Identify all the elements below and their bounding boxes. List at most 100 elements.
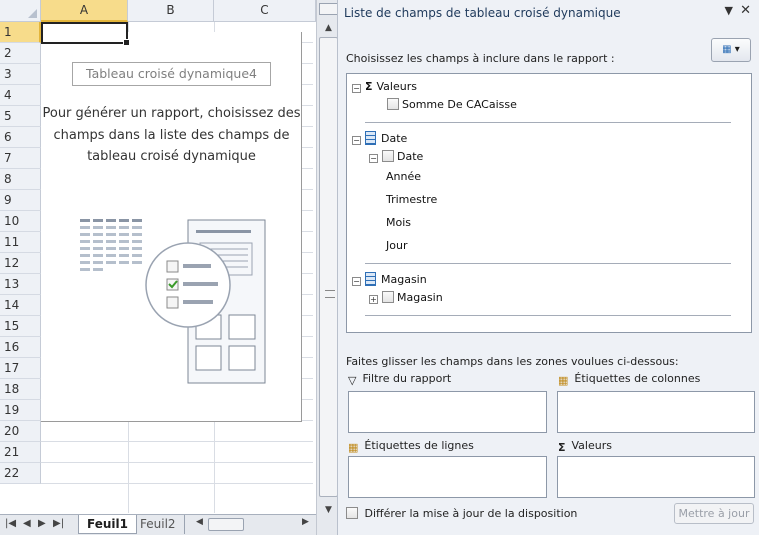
pivot-field-list-pane: Liste de champs de tableau croisé dynami… — [337, 0, 759, 535]
row-labels-text: Étiquettes de lignes — [364, 439, 474, 452]
row-header[interactable]: 14 — [0, 295, 41, 316]
row-labels-zone[interactable] — [348, 456, 547, 498]
hscroll-thumb[interactable] — [208, 518, 244, 531]
row-header[interactable]: 7 — [0, 148, 41, 169]
row-header[interactable]: 6 — [0, 127, 41, 148]
gridline — [41, 462, 313, 463]
expand-icon[interactable]: + — [369, 295, 378, 304]
column-labels-zone[interactable] — [557, 391, 755, 433]
field-trimestre[interactable]: Trimestre — [386, 191, 437, 209]
choose-fields-label: Choisissez les champs à inclure dans le … — [346, 52, 615, 65]
first-sheet-icon[interactable]: |◀ — [5, 518, 16, 529]
magasin-table-label: Magasin — [381, 273, 427, 286]
defer-update-row[interactable]: Différer la mise à jour de la dispositio… — [346, 507, 577, 520]
update-button[interactable]: Mettre à jour — [674, 503, 754, 524]
column-header-c[interactable]: C — [214, 0, 316, 22]
last-sheet-icon[interactable]: ▶| — [53, 518, 64, 529]
gridline — [41, 483, 313, 484]
scroll-right-icon[interactable]: ▶ — [302, 517, 309, 527]
row-header[interactable]: 12 — [0, 253, 41, 274]
row-header[interactable]: 13 — [0, 274, 41, 295]
date-checkbox[interactable] — [382, 150, 394, 162]
pane-title: Liste de champs de tableau croisé dynami… — [344, 6, 621, 20]
column-labels-icon: ▦ — [558, 374, 569, 387]
horizontal-scrollbar[interactable]: ◀ ▶ — [196, 517, 316, 532]
date-table-row[interactable]: − Date — [352, 130, 407, 148]
field-somme-cacaisse[interactable]: Somme De CACaisse — [387, 96, 517, 114]
select-all-corner[interactable] — [0, 0, 41, 22]
row-header[interactable]: 9 — [0, 190, 41, 211]
sheet-tab-bar: |◀ ◀ ▶ ▶| Feuil1 Feuil2 ◀ ▶ — [0, 514, 316, 535]
date-field-label: Date — [397, 150, 424, 163]
row-header[interactable]: 20 — [0, 421, 41, 442]
row-header[interactable]: 3 — [0, 64, 41, 85]
field-magasin[interactable]: + Magasin — [369, 289, 443, 307]
row-labels-label: ▦ Étiquettes de lignes — [348, 439, 474, 454]
report-filter-zone[interactable] — [348, 391, 547, 433]
split-box[interactable] — [319, 3, 338, 15]
close-icon[interactable]: ✕ — [740, 3, 751, 18]
sheet-tab-feuil2[interactable]: Feuil2 — [132, 515, 185, 534]
row-header[interactable]: 4 — [0, 85, 41, 106]
collapse-icon[interactable]: − — [352, 277, 361, 286]
report-filter-text: Filtre du rapport — [362, 372, 452, 385]
collapse-icon[interactable]: − — [352, 136, 361, 145]
row-header[interactable]: 17 — [0, 358, 41, 379]
magasin-field-label: Magasin — [397, 291, 443, 304]
defer-update-checkbox[interactable] — [346, 507, 358, 519]
field-mois[interactable]: Mois — [386, 214, 411, 232]
row-header[interactable]: 2 — [0, 43, 41, 64]
column-labels-label: ▦ Étiquettes de colonnes — [558, 372, 700, 387]
collapse-icon[interactable]: − — [369, 154, 378, 163]
somme-checkbox[interactable] — [387, 98, 399, 110]
sheet-tab-feuil1[interactable]: Feuil1 — [78, 515, 137, 534]
layout-button[interactable]: ▦ ▾ — [711, 38, 751, 62]
field-list-box: − Σ Valeurs Somme De CACaisse − Date − Date … — [346, 73, 752, 333]
values-group-label: Valeurs — [376, 80, 417, 93]
scroll-down-icon[interactable]: ▼ — [319, 502, 338, 518]
values-zone-label: Σ Valeurs — [558, 439, 612, 454]
row-header[interactable]: 5 — [0, 106, 41, 127]
magasin-checkbox[interactable] — [382, 291, 394, 303]
row-header[interactable]: 16 — [0, 337, 41, 358]
row-header[interactable]: 8 — [0, 169, 41, 190]
values-zone[interactable] — [557, 456, 755, 498]
pane-options-icon[interactable]: ▼ — [725, 4, 733, 17]
collapse-icon[interactable]: − — [352, 84, 361, 93]
table-icon — [365, 131, 376, 145]
next-sheet-icon[interactable]: ▶ — [38, 518, 46, 529]
vscroll-thumb[interactable] — [319, 37, 338, 497]
row-header[interactable]: 22 — [0, 463, 41, 484]
row-header[interactable]: 10 — [0, 211, 41, 232]
spreadsheet: A B C 1 2 3 4 5 6 7 8 9 10 11 12 13 14 15 16 17 18 19 20 21 2… — [0, 0, 316, 535]
field-annee[interactable]: Année — [386, 168, 421, 186]
values-group-row[interactable]: − Σ Valeurs — [352, 78, 417, 96]
pivot-instructions: Pour générer un rapport, choisissez des … — [42, 106, 301, 164]
magasin-table-row[interactable]: − Magasin — [352, 271, 427, 289]
drag-fields-label: Faites glisser les champs dans les zones… — [346, 355, 679, 368]
row-labels-icon: ▦ — [348, 441, 359, 454]
field-date[interactable]: − Date — [369, 148, 423, 166]
field-jour[interactable]: Jour — [386, 237, 407, 255]
separator — [365, 122, 731, 123]
row-header[interactable]: 19 — [0, 400, 41, 421]
scroll-left-icon[interactable]: ◀ — [196, 517, 203, 527]
column-header-a[interactable]: A — [41, 0, 128, 22]
pivot-table-title: Tableau croisé dynamique4 — [72, 62, 271, 86]
values-zone-text: Valeurs — [571, 439, 612, 452]
separator — [365, 315, 731, 316]
active-cell-a1[interactable] — [41, 22, 130, 46]
row-header[interactable]: 21 — [0, 442, 41, 463]
prev-sheet-icon[interactable]: ◀ — [23, 518, 31, 529]
separator — [365, 263, 731, 264]
column-labels-text: Étiquettes de colonnes — [574, 372, 701, 385]
row-header[interactable]: 15 — [0, 316, 41, 337]
row-header[interactable]: 11 — [0, 232, 41, 253]
sigma-icon: Σ — [558, 441, 566, 454]
table-icon — [365, 272, 376, 286]
gridline — [41, 441, 313, 442]
column-header-b[interactable]: B — [128, 0, 214, 22]
row-header[interactable]: 18 — [0, 379, 41, 400]
scroll-up-icon[interactable]: ▲ — [319, 20, 338, 36]
row-header[interactable]: 1 — [0, 22, 41, 43]
